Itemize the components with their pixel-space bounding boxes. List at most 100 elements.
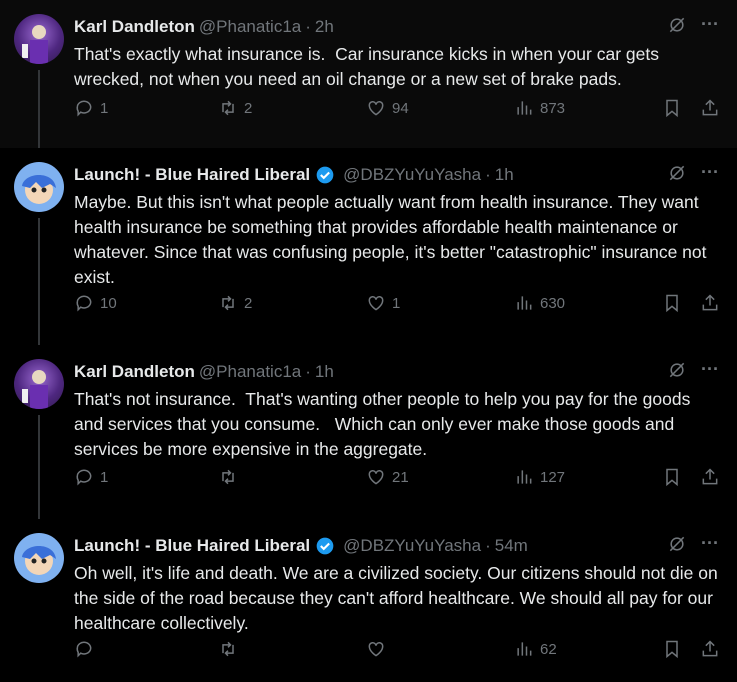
retweet-button[interactable] (218, 467, 244, 487)
grok-icon[interactable] (667, 15, 687, 35)
thread-line (38, 415, 40, 519)
like-count: 21 (392, 468, 409, 486)
display-name[interactable]: Launch! - Blue Haired Liberal (74, 165, 310, 185)
timestamp[interactable]: 54m (495, 536, 528, 556)
tweet-text: Oh well, it's life and death. We are a c… (74, 563, 723, 633)
retweet-icon (222, 295, 234, 311)
more-icon[interactable]: ··· (701, 359, 719, 380)
tweet[interactable]: Karl Dandleton @Phanatic1a · 1h ··· That… (0, 345, 737, 519)
view-count: 62 (540, 640, 557, 658)
retweet-button[interactable]: 2 (218, 98, 252, 118)
heart-icon (368, 100, 384, 116)
view-count: 873 (540, 99, 566, 117)
tweet-header: Launch! - Blue Haired Liberal @DBZYuYuYa… (74, 162, 721, 188)
reply-icon (76, 469, 92, 486)
tweet-header: Karl Dandleton @Phanatic1a · 1h (74, 359, 721, 385)
bookmark-icon (666, 294, 678, 313)
user-handle[interactable]: @DBZYuYuYasha (343, 536, 481, 556)
separator-dot: · (485, 165, 491, 184)
reply-button[interactable]: 1 (74, 98, 108, 118)
like-count: 1 (392, 294, 401, 312)
grok-icon[interactable] (667, 163, 687, 183)
tweet-text: Maybe. But this isn't what people actual… (74, 192, 712, 287)
like-button[interactable]: 1 (366, 293, 400, 313)
timestamp[interactable]: 1h (495, 165, 514, 185)
share-icon (702, 99, 718, 116)
retweet-count: 2 (244, 99, 253, 117)
tweet[interactable]: Launch! - Blue Haired Liberal @DBZYuYuYa… (0, 148, 737, 345)
avatar[interactable] (14, 359, 64, 409)
views-button[interactable]: 630 (514, 293, 565, 313)
views-button[interactable]: 873 (514, 98, 565, 118)
separator-dot: · (305, 362, 311, 381)
separator-dot: · (305, 17, 311, 36)
timestamp[interactable]: 1h (315, 362, 334, 382)
tweet-header: Launch! - Blue Haired Liberal @DBZYuYuYa… (74, 533, 721, 559)
thread-line (38, 70, 40, 148)
avatar[interactable] (14, 533, 64, 583)
more-icon[interactable]: ··· (701, 533, 719, 554)
tweet-header: Karl Dandleton @Phanatic1a · 2h (74, 14, 721, 40)
share-button[interactable] (700, 467, 720, 487)
display-name[interactable]: Karl Dandleton (74, 362, 195, 382)
view-count: 630 (540, 294, 566, 312)
reply-icon (76, 641, 92, 658)
bookmark-icon (666, 468, 678, 487)
retweet-icon (222, 100, 234, 116)
bookmark-icon (666, 99, 678, 118)
user-handle[interactable]: @Phanatic1a (199, 17, 301, 37)
tweet[interactable]: Karl Dandleton @Phanatic1a · 2h ··· That… (0, 0, 737, 148)
reply-icon (76, 100, 92, 117)
thread-line (38, 218, 40, 345)
reply-button[interactable]: 10 (74, 293, 117, 313)
like-button[interactable]: 94 (366, 98, 409, 118)
share-button[interactable] (700, 98, 720, 118)
views-button[interactable]: 62 (514, 639, 557, 659)
share-button[interactable] (700, 639, 720, 659)
reply-button[interactable]: 1 (74, 467, 108, 487)
reply-count: 1 (100, 99, 109, 117)
views-button[interactable]: 127 (514, 467, 565, 487)
tweet[interactable]: Launch! - Blue Haired Liberal @DBZYuYuYa… (0, 519, 737, 682)
user-handle[interactable]: @Phanatic1a (199, 362, 301, 382)
tweet-text: That's exactly what insurance is. Car in… (74, 44, 664, 89)
tweet-text: That's not insurance. That's wanting oth… (74, 389, 696, 459)
retweet-icon (222, 469, 234, 485)
views-icon (517, 642, 532, 656)
retweet-button[interactable]: 2 (218, 293, 252, 313)
display-name[interactable]: Karl Dandleton (74, 17, 195, 37)
share-icon (702, 468, 718, 485)
heart-icon (368, 469, 384, 485)
reply-count: 10 (100, 294, 117, 312)
reply-icon (76, 295, 92, 312)
retweet-icon (222, 641, 234, 657)
retweet-count: 2 (244, 294, 253, 312)
separator-dot: · (485, 536, 491, 555)
verified-icon (315, 165, 335, 185)
bookmark-button[interactable] (662, 98, 682, 118)
views-icon (517, 296, 532, 310)
timestamp[interactable]: 2h (315, 17, 334, 37)
display-name[interactable]: Launch! - Blue Haired Liberal (74, 536, 310, 556)
user-handle[interactable]: @DBZYuYuYasha (343, 165, 481, 185)
grok-icon[interactable] (667, 360, 687, 380)
more-icon[interactable]: ··· (701, 14, 719, 35)
like-button[interactable] (366, 639, 392, 659)
bookmark-button[interactable] (662, 639, 682, 659)
like-count: 94 (392, 99, 409, 117)
reply-button[interactable] (74, 639, 100, 659)
heart-icon (368, 641, 384, 657)
bookmark-button[interactable] (662, 293, 682, 313)
more-icon[interactable]: ··· (701, 162, 719, 183)
grok-icon[interactable] (667, 534, 687, 554)
share-icon (702, 294, 718, 311)
share-icon (702, 640, 718, 657)
verified-icon (315, 536, 335, 556)
avatar[interactable] (14, 14, 64, 64)
like-button[interactable]: 21 (366, 467, 409, 487)
bookmark-button[interactable] (662, 467, 682, 487)
share-button[interactable] (700, 293, 720, 313)
avatar[interactable] (14, 162, 64, 212)
retweet-button[interactable] (218, 639, 244, 659)
heart-icon (368, 295, 384, 311)
